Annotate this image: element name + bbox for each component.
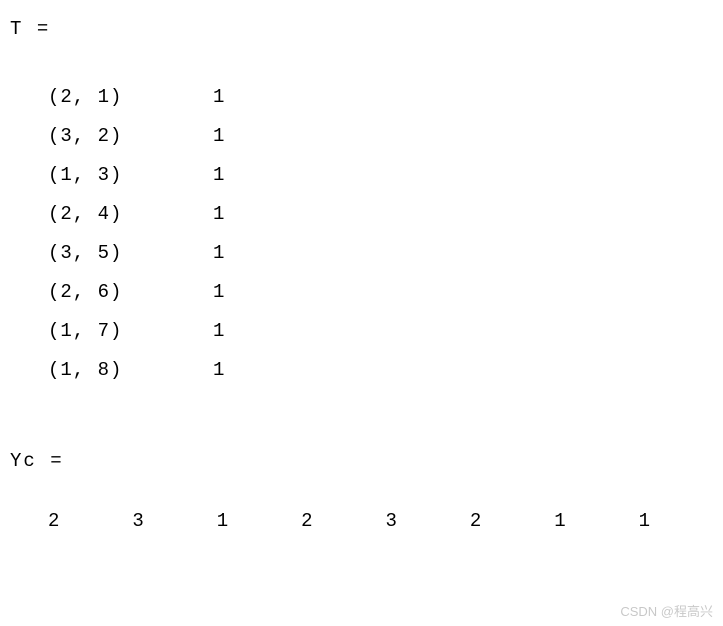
variable-name-Yc: Yc [10, 450, 37, 472]
sparse-row: (1, 7) 1 [10, 312, 723, 351]
equals-T: = [37, 18, 50, 40]
sparse-row: (1, 3) 1 [10, 156, 723, 195]
variable-header-Yc: Yc = [10, 450, 723, 472]
vector-value: 3 [132, 510, 216, 532]
vector-value: 2 [301, 510, 385, 532]
sparse-index: (1, 8) [48, 351, 213, 390]
sparse-index: (2, 4) [48, 195, 213, 234]
sparse-row: (2, 4) 1 [10, 195, 723, 234]
vector-value: 1 [217, 510, 301, 532]
sparse-value: 1 [213, 351, 225, 390]
vector-value: 1 [639, 510, 723, 532]
sparse-index: (3, 2) [48, 117, 213, 156]
vector-value: 3 [386, 510, 470, 532]
sparse-value: 1 [213, 195, 225, 234]
variable-name-T: T [10, 18, 23, 40]
sparse-index: (1, 7) [48, 312, 213, 351]
sparse-value: 1 [213, 156, 225, 195]
sparse-index: (2, 1) [48, 78, 213, 117]
sparse-index: (3, 5) [48, 234, 213, 273]
vector-value: 2 [48, 510, 132, 532]
vector-Yc: 2 3 1 2 3 2 1 1 [10, 510, 723, 532]
sparse-value: 1 [213, 312, 225, 351]
sparse-value: 1 [213, 273, 225, 312]
watermark: CSDN @程高兴 [620, 601, 713, 620]
sparse-matrix-T: (2, 1) 1 (3, 2) 1 (1, 3) 1 (2, 4) 1 (3, … [10, 78, 723, 390]
vector-value: 2 [470, 510, 554, 532]
equals-Yc: = [50, 450, 63, 472]
vector-value: 1 [554, 510, 638, 532]
variable-header-T: T = [10, 18, 723, 40]
sparse-row: (2, 1) 1 [10, 78, 723, 117]
sparse-value: 1 [213, 117, 225, 156]
sparse-index: (2, 6) [48, 273, 213, 312]
sparse-index: (1, 3) [48, 156, 213, 195]
sparse-row: (1, 8) 1 [10, 351, 723, 390]
sparse-row: (2, 6) 1 [10, 273, 723, 312]
sparse-row: (3, 5) 1 [10, 234, 723, 273]
sparse-value: 1 [213, 78, 225, 117]
sparse-value: 1 [213, 234, 225, 273]
sparse-row: (3, 2) 1 [10, 117, 723, 156]
